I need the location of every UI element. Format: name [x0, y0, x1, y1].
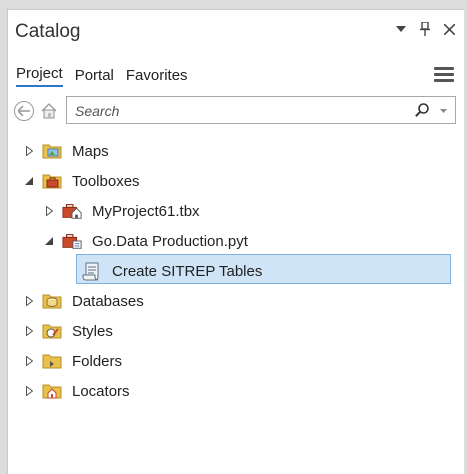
- catalog-pane: Catalog Project Portal Favorites Search …: [7, 9, 464, 474]
- tab-project[interactable]: Project: [16, 65, 63, 87]
- tree-item-label: Create SITREP Tables: [112, 262, 263, 280]
- window-controls: [394, 21, 456, 37]
- tree-item-create-sitrep-tables[interactable]: Create SITREP Tables: [82, 257, 262, 285]
- catalog-tabs: Project Portal Favorites: [16, 65, 188, 87]
- expand-arrow-icon[interactable]: [24, 146, 34, 156]
- tree-item-folders[interactable]: Folders: [24, 347, 122, 375]
- search-box: [66, 96, 456, 124]
- expand-arrow-icon[interactable]: [24, 296, 34, 306]
- tree-item-toolboxes[interactable]: Toolboxes: [24, 167, 140, 195]
- pane-titlebar: Catalog: [8, 10, 464, 52]
- pane-title: Catalog: [15, 21, 81, 42]
- menu-icon[interactable]: [434, 67, 454, 83]
- tree-item-label: Toolboxes: [72, 172, 140, 190]
- tree-item-label: MyProject61.tbx: [92, 202, 200, 220]
- tree-item-myproject61-tbx[interactable]: MyProject61.tbx: [44, 197, 200, 225]
- tree-item-maps[interactable]: Maps: [24, 137, 109, 165]
- tree-item-label: Maps: [72, 142, 109, 160]
- search-icon[interactable]: [415, 103, 429, 117]
- styles-folder-icon: [42, 322, 62, 340]
- expand-arrow-icon[interactable]: [44, 206, 54, 216]
- tab-portal[interactable]: Portal: [75, 67, 114, 87]
- collapse-arrow-icon[interactable]: [24, 176, 34, 186]
- toolboxes-folder-icon: [42, 172, 62, 190]
- tree-item-label: Databases: [72, 292, 144, 310]
- close-icon[interactable]: [442, 21, 456, 37]
- search-dropdown-icon[interactable]: [440, 109, 447, 113]
- tree-item-label: Locators: [72, 382, 130, 400]
- tree-item-styles[interactable]: Styles: [24, 317, 113, 345]
- search-input[interactable]: [73, 99, 377, 123]
- collapse-arrow-icon[interactable]: [44, 236, 54, 246]
- maps-folder-icon: [42, 142, 62, 160]
- expand-arrow-icon[interactable]: [24, 326, 34, 336]
- python-toolbox-icon: [62, 232, 82, 250]
- tree-item-locators[interactable]: Locators: [24, 377, 130, 405]
- tab-favorites[interactable]: Favorites: [126, 67, 188, 87]
- chevron-down-icon[interactable]: [394, 21, 408, 37]
- home-icon[interactable]: [41, 103, 57, 119]
- search-row: [14, 96, 456, 126]
- pin-icon[interactable]: [418, 21, 432, 37]
- locators-folder-icon: [42, 382, 62, 400]
- expand-arrow-icon[interactable]: [24, 386, 34, 396]
- tree-item-label: Styles: [72, 322, 113, 340]
- folders-folder-icon: [42, 352, 62, 370]
- tree-item-label: Folders: [72, 352, 123, 370]
- expand-arrow-icon[interactable]: [24, 356, 34, 366]
- script-tool-icon: [82, 262, 102, 281]
- databases-folder-icon: [42, 292, 62, 310]
- tree-item-label: Go.Data Production.pyt: [92, 232, 248, 250]
- toolbox-home-icon: [62, 202, 82, 220]
- tree-item-go-data-production-pyt[interactable]: Go.Data Production.pyt: [44, 227, 248, 255]
- back-arrow-icon[interactable]: [14, 101, 34, 121]
- tree-item-databases[interactable]: Databases: [24, 287, 144, 315]
